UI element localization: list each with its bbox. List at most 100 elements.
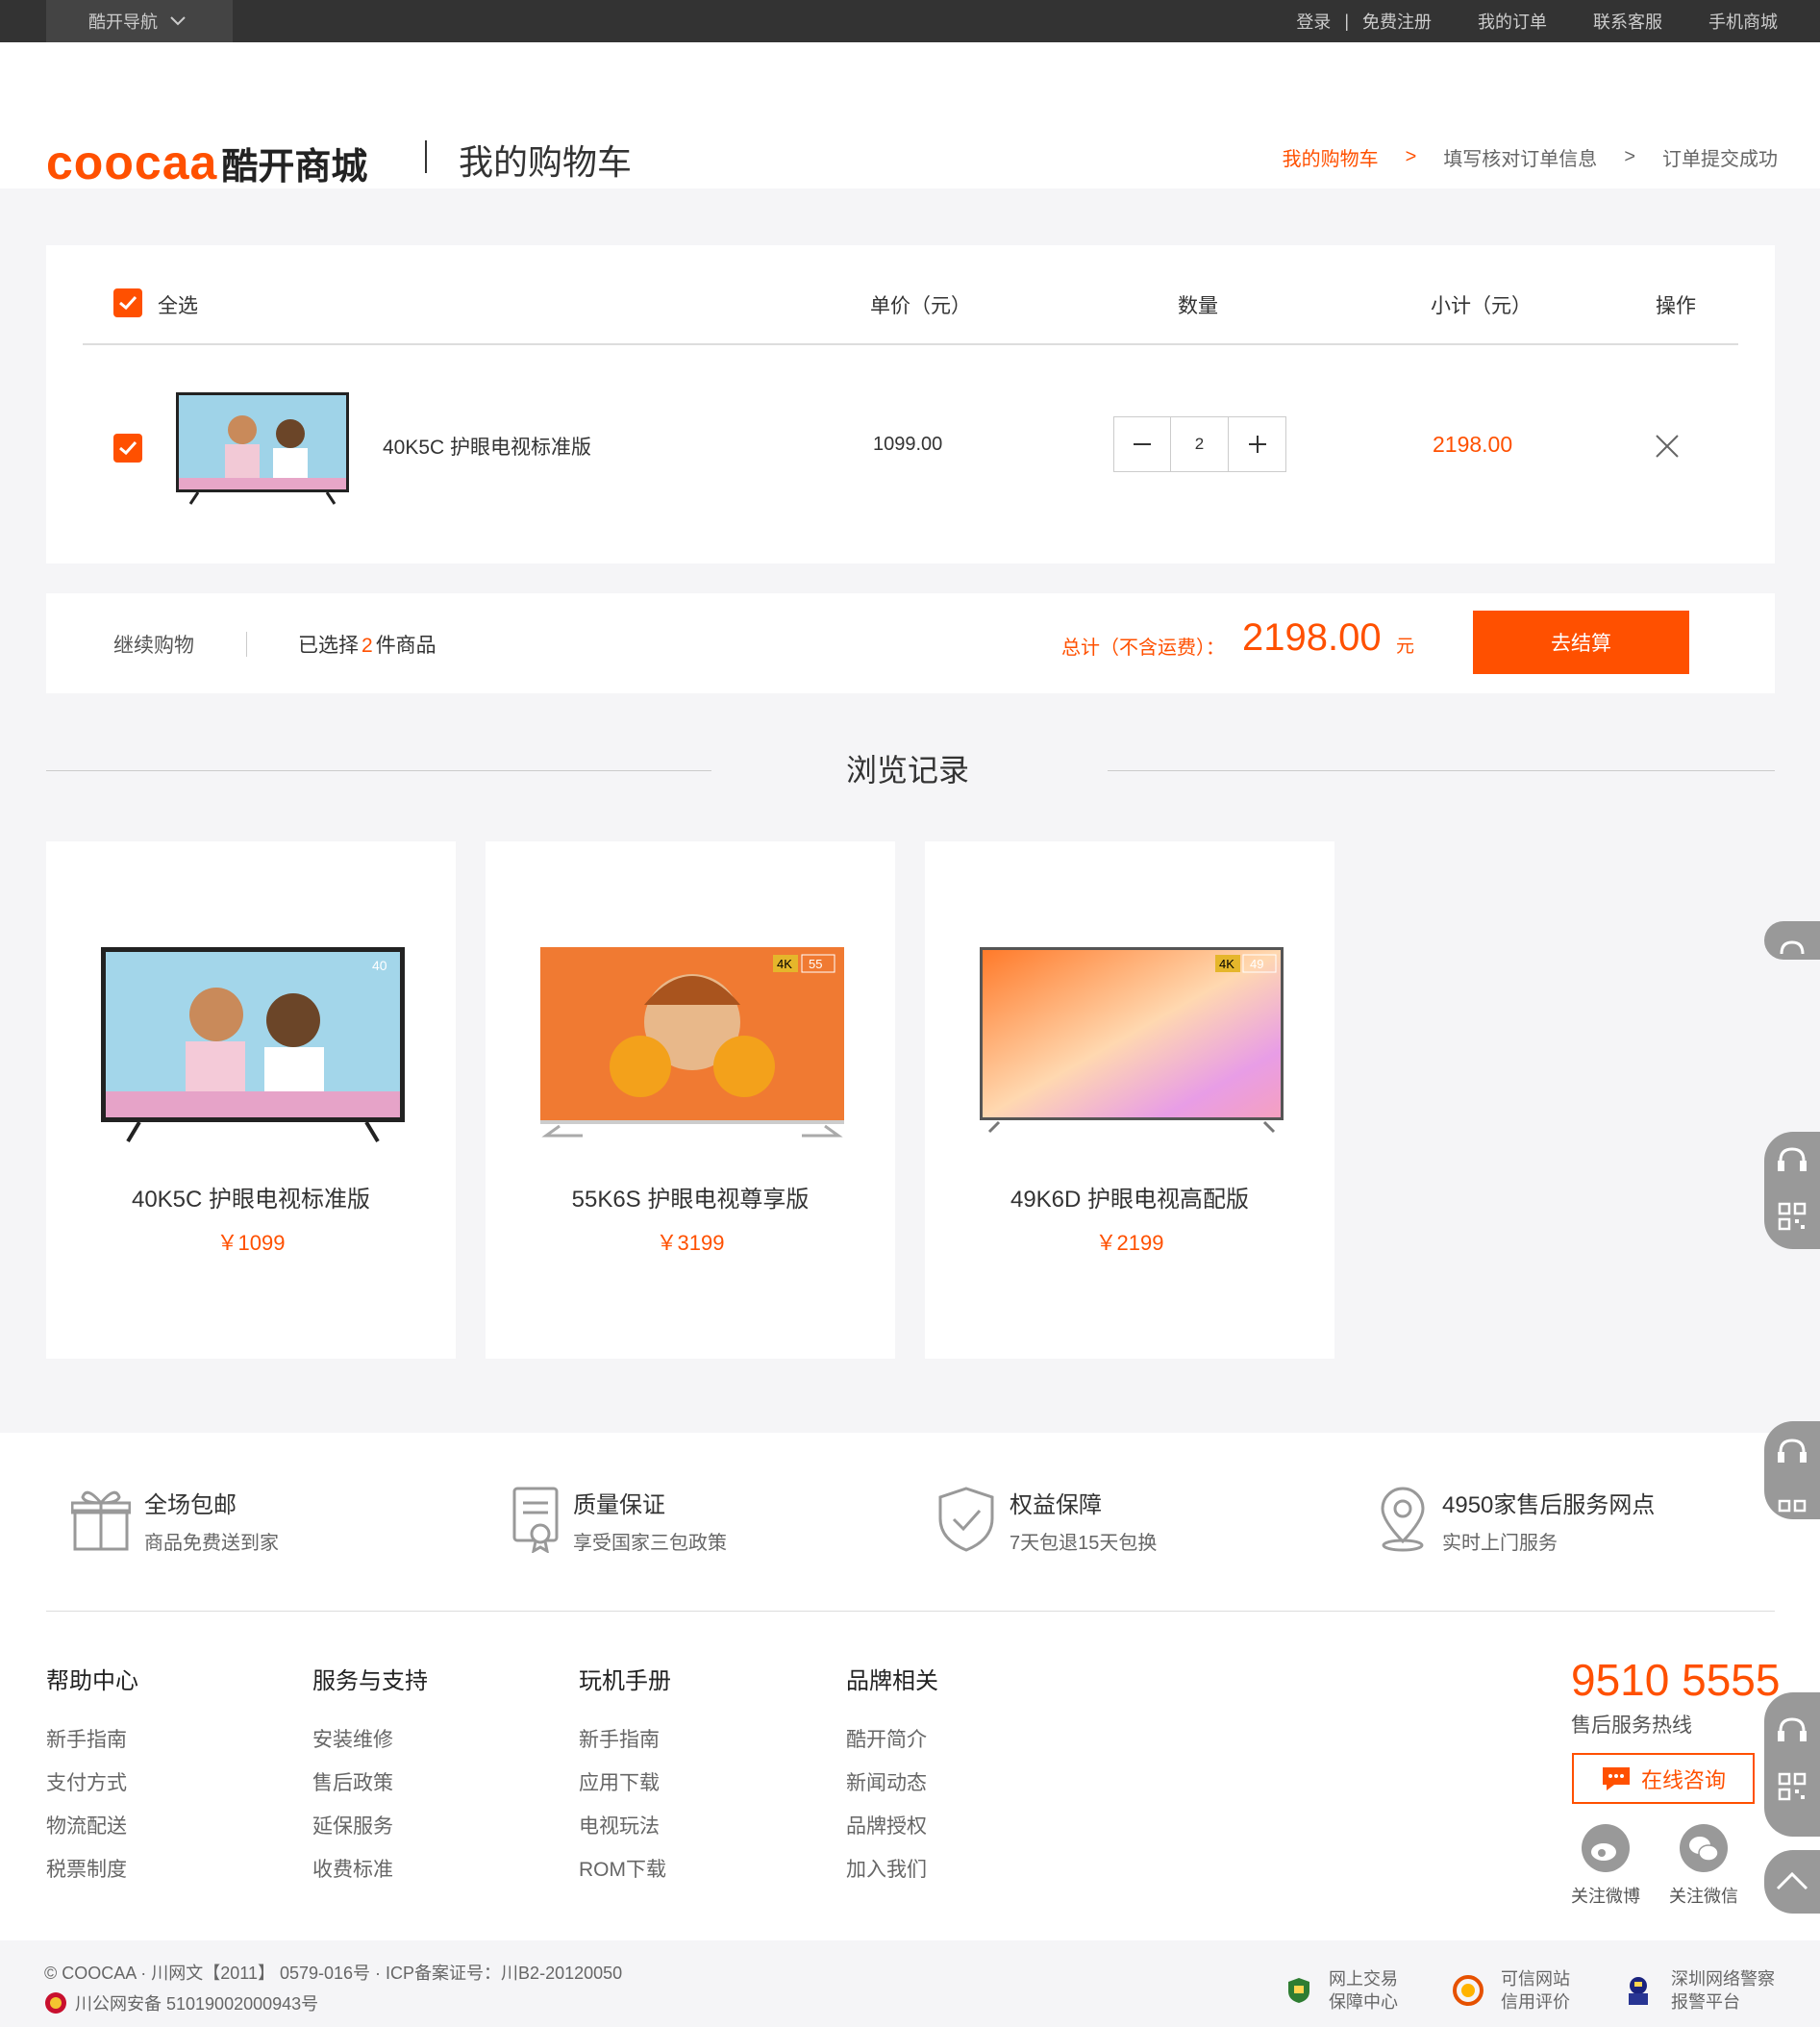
hotline-label: 售后服务热线 [1571,1714,1692,1737]
footer-column-title: 帮助中心 [46,1668,138,1694]
wechat-follow[interactable]: 关注微信 [1669,1824,1738,1908]
history-card[interactable]: 4K 49 49K6D 护眼电视高配版 ￥2199 [925,841,1334,1359]
footer-link[interactable]: ROM下载 [579,1854,671,1897]
history-product-name: 49K6D 护眼电视高配版 [1010,1187,1250,1213]
trust-badge[interactable]: 深圳网络警察 报警平台 [1623,1967,1775,2014]
footer-link[interactable]: 税票制度 [46,1854,138,1897]
size-badge: 55 [809,957,822,971]
service-item: 全场包邮 商品免费送到家 [71,1486,279,1555]
register-link[interactable]: 免费注册 [1362,9,1432,34]
checkout-steps: 我的购物车 > 填写核对订单信息 > 订单提交成功 [1283,143,1778,171]
select-all-label[interactable]: 全选 [158,290,198,319]
badge-line2: 保障中心 [1329,1992,1398,2012]
header-divider-line [83,343,1738,345]
step-arrow: > [1624,146,1635,167]
footer-link[interactable]: 支付方式 [46,1767,138,1811]
header-divider [425,140,427,173]
service-sub: 实时上门服务 [1442,1533,1558,1554]
top-divider: | [1344,11,1349,31]
service-sub: 7天包退15天包换 [1010,1533,1158,1554]
top-links: 登录 | 免费注册 我的订单 联系客服 手机商城 [1296,0,1778,42]
weibo-icon [1582,1824,1630,1872]
footer-link[interactable]: 收费标准 [312,1854,428,1897]
size-badge: 40 [372,958,387,973]
footer-column: 服务与支持 安装维修 售后政策 延保服务 收费标准 [312,1662,428,1897]
quantity-input[interactable]: 2 [1171,417,1229,471]
cyber-police-icon [1629,1977,1648,2005]
resolution-tag: 4K [777,957,792,971]
select-all-checkbox[interactable] [113,288,142,317]
footer-link[interactable]: 物流配送 [46,1811,138,1854]
size-badge: 49 [1250,957,1263,971]
trust-badge[interactable]: 可信网站 信用评价 [1453,1967,1570,2014]
chat-icon [1602,1766,1630,1790]
col-action: 操作 [1656,295,1696,317]
site-nav-dropdown[interactable]: 酷开导航 [46,0,233,42]
online-consult-button[interactable]: 在线咨询 [1572,1753,1755,1804]
footer-link[interactable]: 延保服务 [312,1811,428,1854]
service-sub: 享受国家三包政策 [573,1533,727,1554]
trust-badge[interactable]: 网上交易 保障中心 [1286,1967,1398,2014]
history-line-right [1108,770,1775,771]
page-title: 我的购物车 [459,142,633,182]
service-item: 质量保证享受国家三包政策 [511,1486,727,1555]
footer-link[interactable]: 加入我们 [846,1854,938,1897]
increase-button[interactable] [1229,417,1285,471]
checkout-button[interactable]: 去结算 [1473,611,1689,674]
footer-column: 帮助中心 新手指南 支付方式 物流配送 税票制度 [46,1662,138,1897]
side-tab[interactable] [1764,1421,1820,1519]
continue-shopping-link[interactable]: 继续购物 [113,630,194,659]
item-checkbox[interactable] [113,434,142,463]
footer-link[interactable]: 售后政策 [312,1767,428,1811]
site-nav-label: 酷开导航 [88,13,158,32]
service-item: 4950家售后服务网点 实时上门服务 [1377,1486,1655,1555]
wechat-icon [1680,1824,1728,1872]
summary-bar: 继续购物 已选择 2 件商品 总计（不含运费）： 2198.00 元 去结算 [46,593,1775,693]
footer-link[interactable]: 品牌授权 [846,1811,938,1854]
history-card[interactable]: 4K 55 55K6S 护眼电视尊享版 ￥3199 [486,841,895,1359]
footer-link[interactable]: 安装维修 [312,1724,428,1767]
footer-link[interactable]: 新手指南 [46,1724,138,1767]
side-tab[interactable] [1764,1692,1820,1837]
history-product-price: ￥2199 [1095,1231,1164,1255]
login-link[interactable]: 登录 [1296,9,1331,34]
step-arrow: > [1405,146,1417,167]
arrow-up-icon [1776,1871,1808,1890]
selected-prefix: 已选择 [298,635,359,657]
total-value: 2198.00 [1242,616,1382,659]
step-cart: 我的购物车 [1282,149,1379,170]
copyright-text: © COOCAA · 川网文【2011】 0579-016号 · ICP备案证号… [44,1964,623,1983]
product-image: 40 [101,947,405,1143]
footer-link[interactable]: 新手指南 [579,1724,671,1767]
footer-link[interactable]: 酷开简介 [846,1724,938,1767]
contact-service-link[interactable]: 联系客服 [1593,9,1662,34]
footer-link[interactable]: 电视玩法 [579,1811,671,1854]
history-product-name: 40K5C 护眼电视标准版 [131,1187,371,1213]
my-orders-link[interactable]: 我的订单 [1478,9,1547,34]
badge-line1: 可信网站 [1501,1969,1570,1989]
weibo-follow[interactable]: 关注微博 [1571,1824,1640,1908]
summary-divider [246,632,247,657]
side-tab[interactable] [1764,1132,1820,1249]
service-title: 质量保证 [573,1492,665,1518]
headset-icon [1778,1717,1807,1741]
total-unit: 元 [1396,637,1415,657]
footer-link[interactable]: 新闻动态 [846,1767,938,1811]
resolution-tag: 4K [1219,957,1234,971]
history-card[interactable]: 40 40K5C 护眼电视标准版 ￥1099 [46,841,456,1359]
footer-link[interactable]: 应用下载 [579,1767,671,1811]
mobile-store-link[interactable]: 手机商城 [1708,9,1778,34]
side-tab[interactable] [1764,921,1820,960]
product-thumbnail[interactable] [175,391,350,507]
badge-line1: 深圳网络警察 [1671,1969,1775,1989]
item-name[interactable]: 40K5C 护眼电视标准版 [383,432,591,461]
back-to-top-button[interactable] [1764,1850,1820,1914]
coocaa-logo[interactable]: COOCAA 酷开商城 [46,135,367,190]
check-icon [119,440,137,456]
decrease-button[interactable] [1114,417,1171,471]
delete-icon[interactable] [1655,434,1680,459]
footer-column-title: 品牌相关 [846,1668,938,1694]
weibo-label: 关注微博 [1571,1887,1640,1906]
location-icon [1381,1487,1425,1552]
police-record[interactable]: 川公网安备 51019002000943号 [44,1990,318,2015]
